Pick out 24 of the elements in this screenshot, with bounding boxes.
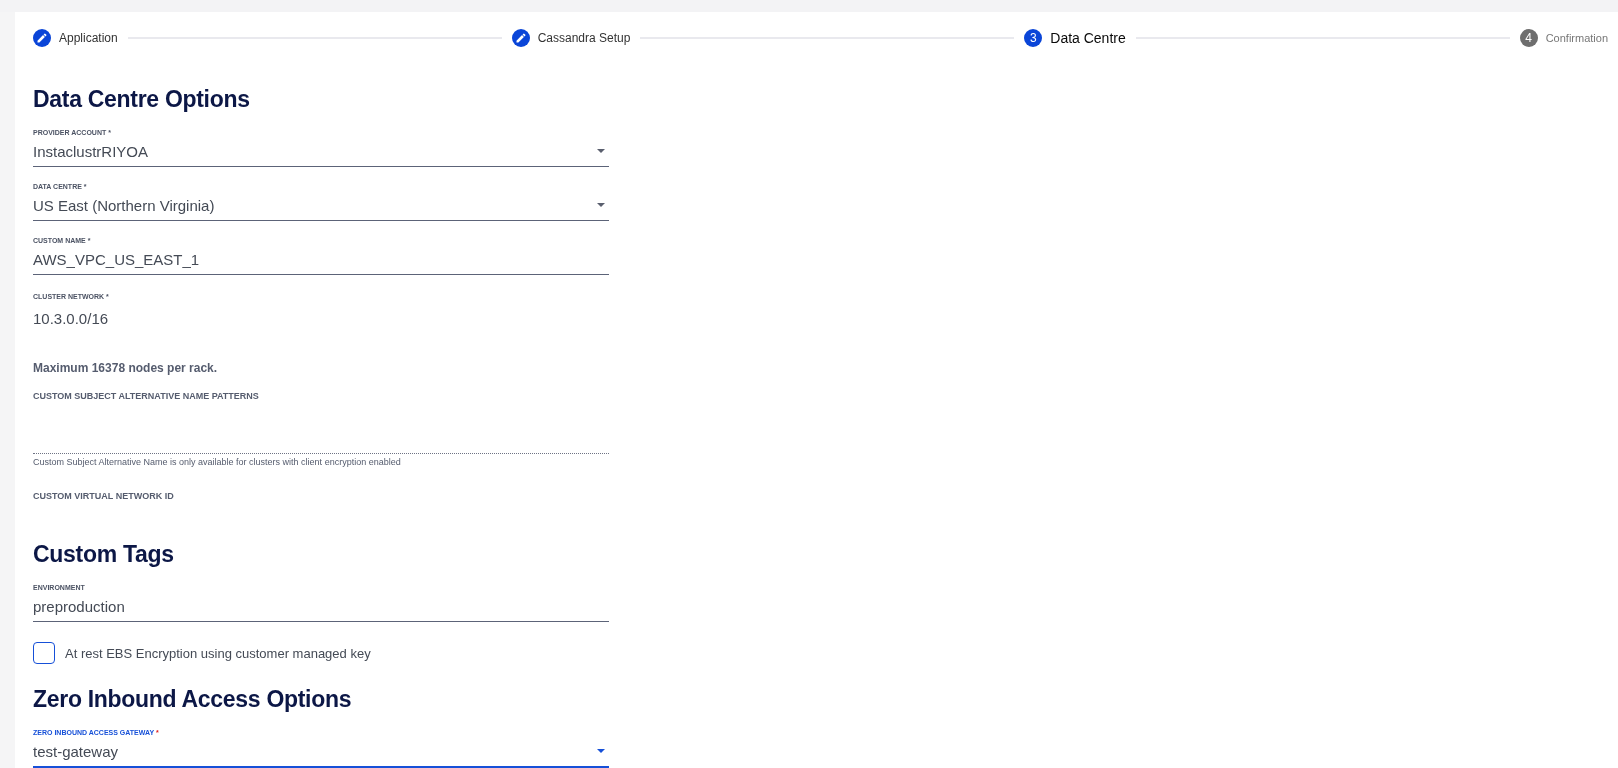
info-text: Maximum 16378 nodes per rack.	[33, 361, 219, 375]
section-heading: Zero Inbound Access Options	[33, 686, 353, 713]
caret-icon	[597, 749, 605, 753]
stepper-step[interactable]: Cassandra Setup	[511, 27, 631, 49]
select-field[interactable]: US East (Northern Virginia)	[33, 190, 609, 221]
field-label: CUSTOM VIRTUAL NETWORK ID	[33, 491, 175, 501]
section-heading: Data Centre Options	[33, 86, 251, 113]
step-number: 3	[1024, 29, 1043, 47]
input-field[interactable]: preproduction	[33, 591, 609, 622]
checkbox[interactable]	[33, 642, 55, 664]
stepper-step[interactable]: Application	[33, 27, 118, 49]
checkbox-label[interactable]: At rest EBS Encryption using customer managed key	[65, 645, 371, 661]
section-heading: Custom Tags	[33, 541, 175, 568]
caret-icon	[597, 203, 605, 207]
stepper-step[interactable]: 4 Confirmation	[1519, 27, 1608, 49]
input-field[interactable]: AWS_VPC_US_EAST_1	[33, 244, 609, 275]
step-number: 4	[1519, 29, 1538, 47]
field-label: CUSTOM SUBJECT ALTERNATIVE NAME PATTERNS	[33, 391, 260, 401]
select-field[interactable]: test-gateway	[33, 736, 609, 768]
field-hint: Custom Subject Alternative Name is only available for clusters with client encryption enabled	[33, 457, 402, 467]
select-field[interactable]: InstaclustrRIYOA	[33, 136, 609, 167]
caret-icon	[597, 149, 605, 153]
field-value: 10.3.0.0/16	[33, 310, 110, 327]
stepper-step[interactable]: 3 Data Centre	[1024, 27, 1126, 49]
